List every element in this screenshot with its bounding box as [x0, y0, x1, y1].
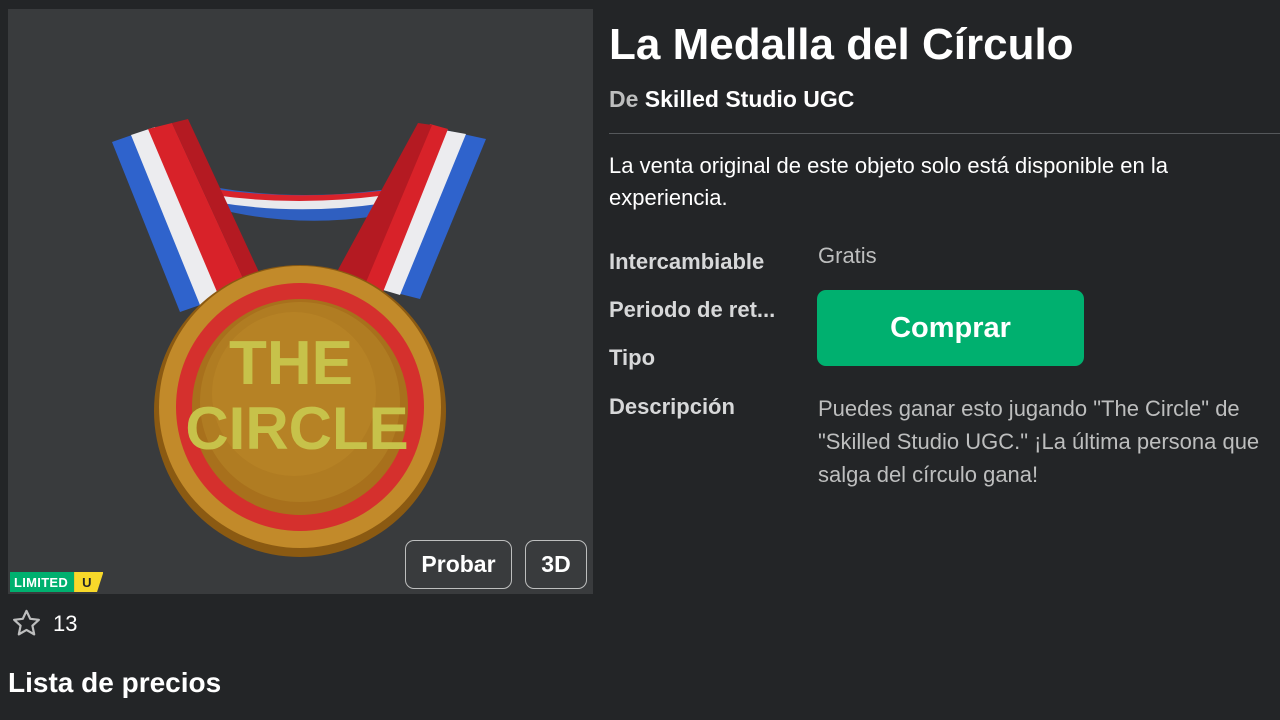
description-line: Puedes ganar esto jugando "The Circle" d… — [818, 396, 1240, 421]
view-3d-button[interactable]: 3D — [525, 540, 587, 589]
sale-note: La venta original de este objeto solo es… — [609, 150, 1280, 214]
medal-image: THE CIRCLE — [112, 119, 486, 557]
by-prefix: De — [609, 86, 639, 112]
buy-button[interactable]: Comprar — [817, 290, 1084, 366]
tradable-value: Gratis — [818, 243, 877, 268]
sale-note-line: experiencia. — [609, 185, 728, 210]
try-on-button[interactable]: Probar — [405, 540, 512, 589]
favorite-control[interactable]: 13 — [10, 607, 77, 640]
divider — [609, 133, 1280, 134]
type-label: Tipo — [609, 345, 656, 370]
description-label: Descripción — [609, 394, 735, 419]
item-thumbnail: THE CIRCLE Probar 3D — [8, 9, 593, 594]
creator-byline: De Skilled Studio UGC — [609, 86, 854, 113]
favorite-count: 13 — [53, 610, 78, 636]
price-list-heading: Lista de precios — [8, 667, 222, 698]
sale-note-line: La venta original de este objeto solo es… — [609, 153, 1168, 178]
limited-label: LIMITED — [10, 572, 75, 592]
description-line: "Skilled Studio UGC." ¡La última persona… — [818, 429, 1260, 454]
tradable-label: Intercambiable — [609, 249, 765, 274]
medal-text-circle: CIRCLE — [185, 395, 408, 462]
unique-label: U — [74, 572, 104, 592]
description-line: salga del círculo gana! — [818, 462, 1039, 487]
limited-unique-badge: LIMITED U — [10, 572, 104, 592]
description-text: Puedes ganar esto jugando "The Circle" d… — [818, 392, 1280, 491]
medal-text-the: THE — [229, 329, 353, 398]
hold-period-label: Periodo de ret... — [609, 297, 776, 322]
creator-link[interactable]: Skilled Studio UGC — [645, 86, 855, 112]
star-outline-icon[interactable] — [10, 607, 43, 640]
item-title: La Medalla del Círculo — [609, 20, 1074, 69]
